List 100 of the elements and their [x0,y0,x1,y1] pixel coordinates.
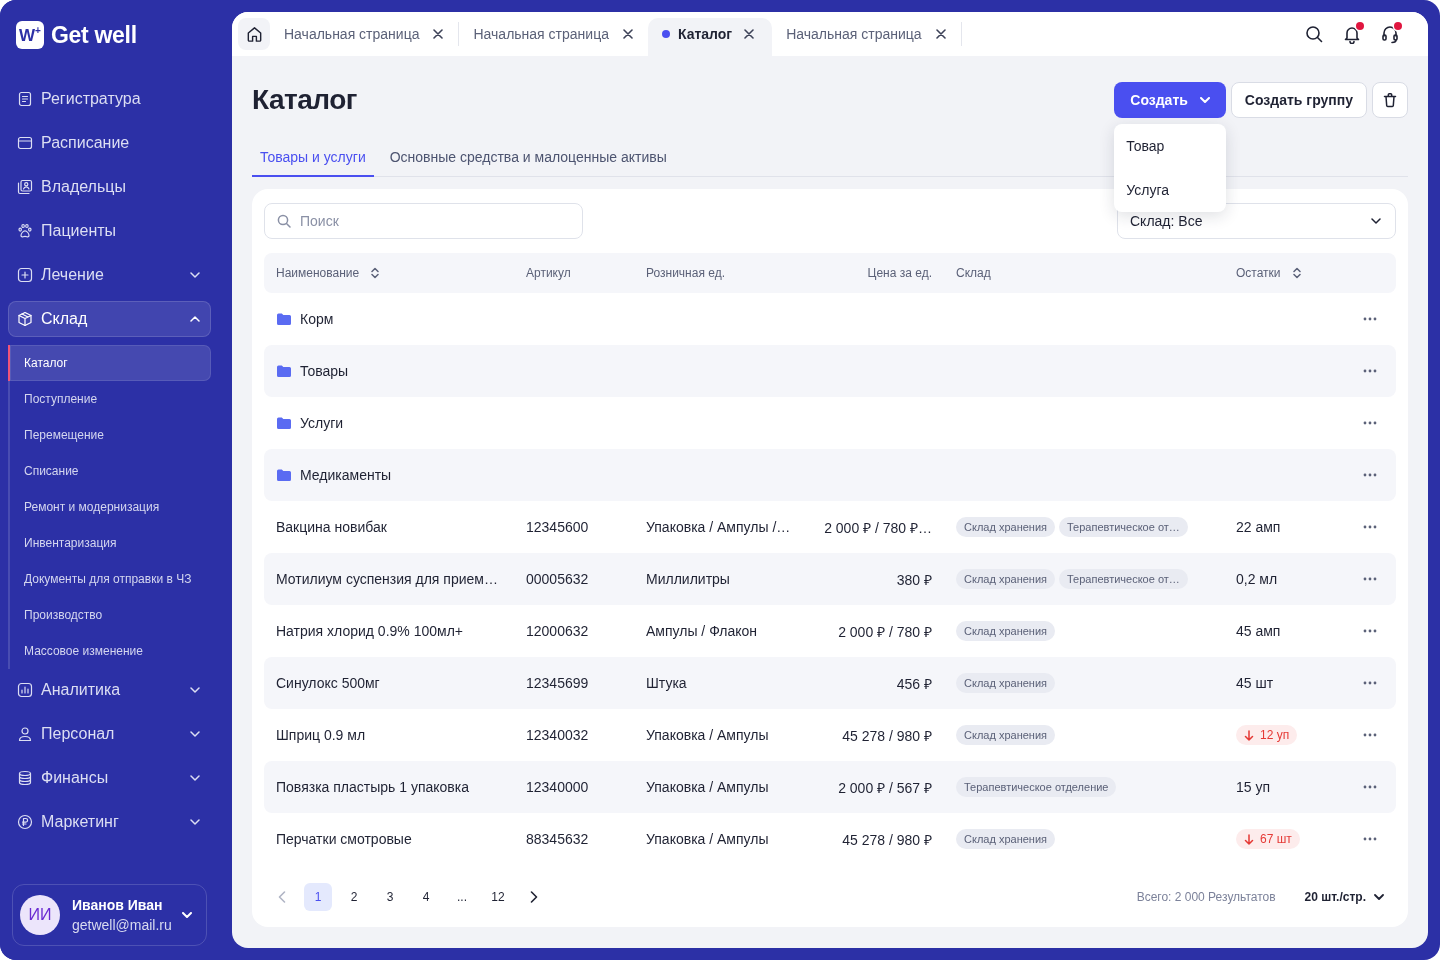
nav-item[interactable]: Лечение [8,257,211,293]
more-icon[interactable] [1363,837,1377,841]
nav-item[interactable]: Расписание [8,125,211,161]
page-button[interactable]: 2 [340,882,368,911]
tab[interactable]: Начальная страница [459,18,648,56]
tab[interactable]: Товары и услуги [252,138,374,177]
nav-item[interactable]: Пациенты [8,213,211,249]
submenu-item[interactable]: Инвентаризация [8,525,211,561]
submenu-item[interactable]: Списание [8,453,211,489]
warehouse-select[interactable]: Склад: Все [1117,203,1396,239]
submenu-item[interactable]: Каталог [8,345,211,381]
user-card[interactable]: ИИ Иванов Иван getwell@mail.ru [12,884,207,946]
delete-button[interactable] [1372,82,1408,118]
tab[interactable]: Начальная страница [772,18,961,56]
table-cell: Упаковка / Ампулы /… [646,519,791,535]
page-size-select[interactable]: 20 шт./стр. [1304,889,1384,904]
table-cell: Перчатки смотровые [276,831,412,847]
more-icon[interactable] [1363,681,1377,685]
table-cell: 45 амп [1236,623,1281,639]
warehouse-tag: Склад хранения [956,621,1055,641]
search-icon [277,214,291,228]
more-icon[interactable] [1363,317,1377,321]
bell-icon[interactable] [1342,24,1362,44]
nav-item[interactable]: Финансы [8,760,211,796]
database-icon [17,770,33,786]
chart-icon [17,682,33,698]
more-icon[interactable] [1363,525,1377,529]
nav-item[interactable]: Владельцы [8,169,211,205]
table-cell: Повязка пластырь 1 упаковка [276,779,469,795]
sort-icon[interactable] [371,267,380,279]
table-cell: Вакцина новибак [276,519,387,535]
table-cell: Мотилиум суспензия для прием… [276,571,498,587]
folder-icon [277,313,291,325]
folder-name[interactable]: Медикаменты [300,467,392,483]
warehouse-tag: Склад хранения [956,569,1055,589]
more-icon[interactable] [1363,577,1377,581]
table-cell: 22 амп [1236,519,1281,535]
close-icon[interactable] [935,29,946,39]
page-button[interactable]: 12 [484,882,512,911]
submenu-item[interactable]: Массовое изменение [8,633,211,669]
table-cell: 45 278 / 980 ₽ [842,727,932,744]
page-button[interactable]: 4 [412,882,440,911]
logo-mark: W$^{+}$ [16,21,44,49]
close-icon[interactable] [622,29,633,39]
nav-item[interactable]: Регистратура [8,81,211,117]
page-button[interactable]: 1 [304,882,332,911]
chevron-right-icon[interactable] [530,890,538,903]
tab[interactable]: Начальная страница [270,18,459,56]
page-button[interactable]: 3 [376,882,404,911]
create-group-button[interactable]: Создать группу [1230,82,1367,118]
more-icon[interactable] [1363,369,1377,373]
sort-icon[interactable] [1292,267,1301,279]
more-icon[interactable] [1363,733,1377,737]
close-icon[interactable] [433,29,444,39]
nav-item[interactable]: Склад [8,301,211,337]
more-icon[interactable] [1363,421,1377,425]
submenu-item[interactable]: Документы для отправки в ЧЗ [8,561,211,597]
search-icon[interactable] [1304,24,1324,44]
submenu-item[interactable]: Производство [8,597,211,633]
warehouse-tag: Склад хранения [956,829,1055,849]
table-cell: 12345600 [526,519,589,535]
column-header: Остатки [1236,266,1281,280]
submenu-item[interactable]: Ремонт и модернизация [8,489,211,525]
more-icon[interactable] [1363,629,1377,633]
warehouse-tag: Терапевтическое отделение [956,777,1117,797]
create-button[interactable]: Создать [1114,82,1226,118]
user-name: Иванов Иван [72,897,164,913]
trash-icon [1382,92,1398,108]
table-cell: 2 000 ₽ / 780 ₽ [838,623,932,640]
more-icon[interactable] [1363,473,1377,477]
more-icon[interactable] [1363,785,1377,789]
submenu-item[interactable]: Поступление [8,381,211,417]
menu-item[interactable]: Товар [1114,124,1226,168]
search-field[interactable]: Поиск [264,203,583,239]
page-button[interactable]: ... [448,882,476,911]
column-header: Розничная ед. [646,266,725,280]
table-cell: 12340000 [526,779,589,795]
folder-name[interactable]: Товары [300,363,349,379]
table-cell: Шприц 0.9 мл [276,727,366,743]
nav-item[interactable]: Аналитика [8,672,211,708]
chevron-icon [1199,97,1210,103]
folder-name[interactable]: Услуги [300,415,344,431]
nav-item[interactable]: Маркетинг [8,804,211,840]
warehouse-tag: Склад хранения [956,517,1055,537]
headset-icon[interactable] [1380,24,1400,44]
tab[interactable]: Каталог [647,18,773,56]
stock-value: 67 шт [1260,832,1292,846]
stock-value: 12 уп [1260,728,1290,742]
table-cell: 12345699 [526,675,589,691]
close-icon[interactable] [744,29,755,39]
user-email: getwell@mail.ru [72,917,170,933]
folder-name[interactable]: Корм [300,311,334,327]
folder-icon [277,469,291,481]
tab[interactable]: Основные средства и малоценные активы [381,138,675,177]
table-cell: 45 шт [1236,675,1274,691]
home-button[interactable] [238,18,270,50]
submenu-item[interactable]: Перемещение [8,417,211,453]
column-header: Артикул [526,266,571,280]
table-cell: Синулокс 500мг [276,675,380,691]
nav-item[interactable]: Персонал [8,716,211,752]
